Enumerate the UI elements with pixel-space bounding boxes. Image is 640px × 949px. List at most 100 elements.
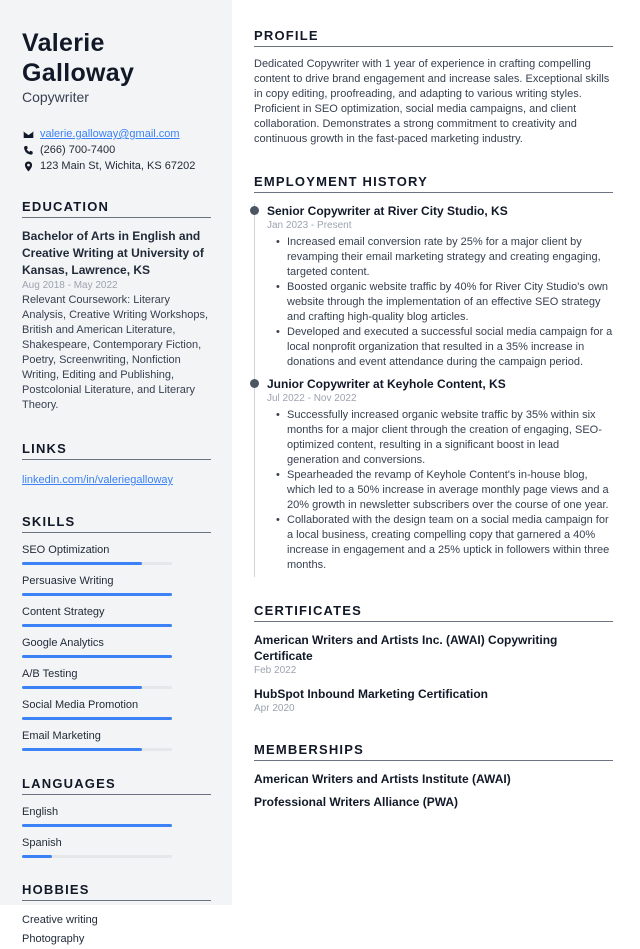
education-dates: Aug 2018 - May 2022 bbox=[22, 280, 118, 291]
skill-level-fill bbox=[22, 593, 172, 596]
skill-level-bar bbox=[22, 593, 172, 596]
employment-section: EMPLOYMENT HISTORY Senior Copywriter at … bbox=[249, 174, 613, 577]
language-label: English bbox=[22, 806, 59, 818]
memberships-section: MEMBERSHIPS American Writers and Artists… bbox=[254, 742, 613, 810]
candidate-name: Valerie Galloway bbox=[22, 29, 135, 87]
skill-level-bar bbox=[22, 748, 172, 751]
timeline-dot-icon bbox=[249, 379, 259, 388]
phone-number: (266) 700-7400 bbox=[40, 144, 116, 156]
job-bullets: Successfully increased organic website t… bbox=[267, 408, 613, 573]
hobbies-section: HOBBIES Creative writing Photography bbox=[22, 882, 211, 949]
membership-item: Professional Writers Alliance (PWA) bbox=[254, 795, 459, 809]
section-title: LINKS bbox=[22, 441, 211, 460]
job-entry: Senior Copywriter at River City Studio, … bbox=[249, 203, 613, 370]
skill-label: A/B Testing bbox=[22, 668, 78, 680]
language-label: Spanish bbox=[22, 837, 62, 849]
skill-label: Content Strategy bbox=[22, 606, 105, 618]
certificate-date: Feb 2022 bbox=[254, 665, 297, 676]
certificate-title: HubSpot Inbound Marketing Certification bbox=[254, 687, 488, 701]
skill-level-bar bbox=[22, 686, 172, 689]
job-dates: Jan 2023 - Present bbox=[267, 220, 352, 231]
hobby-item: Creative writing bbox=[22, 914, 98, 926]
language-level-bar bbox=[22, 855, 172, 858]
contact-email: valerie.galloway@gmail.com bbox=[22, 126, 211, 142]
language-item: Spanish bbox=[22, 836, 211, 858]
map-pin-icon bbox=[22, 160, 34, 172]
section-title: CERTIFICATES bbox=[254, 603, 613, 622]
section-title: HOBBIES bbox=[22, 882, 211, 901]
skill-label: SEO Optimization bbox=[22, 544, 110, 556]
education-section: EDUCATION Bachelor of Arts in English an… bbox=[22, 199, 211, 413]
timeline-dot-icon bbox=[249, 206, 259, 215]
hobby-item: Photography bbox=[22, 933, 85, 945]
skill-level-bar bbox=[22, 562, 172, 565]
skill-item: Email Marketing bbox=[22, 729, 211, 751]
job-bullet: Increased email conversion rate by 25% f… bbox=[276, 235, 613, 280]
certificates-section: CERTIFICATES American Writers and Artist… bbox=[254, 603, 613, 716]
employment-timeline: Senior Copywriter at River City Studio, … bbox=[249, 203, 613, 577]
job-title: Senior Copywriter at River City Studio, … bbox=[267, 204, 508, 218]
skills-list: SEO Optimization Persuasive Writing Conten… bbox=[22, 543, 211, 751]
skill-item: A/B Testing bbox=[22, 667, 211, 689]
sidebar: Valerie Galloway Copywriter valerie.gall… bbox=[0, 0, 232, 945]
profile-text: Dedicated Copywriter with 1 year of expe… bbox=[254, 58, 610, 145]
skill-label: Google Analytics bbox=[22, 637, 104, 649]
skill-item: Social Media Promotion bbox=[22, 698, 211, 720]
skill-item: Content Strategy bbox=[22, 605, 211, 627]
membership-item: American Writers and Artists Institute (… bbox=[254, 772, 511, 786]
skill-item: SEO Optimization bbox=[22, 543, 211, 565]
contact-list: valerie.galloway@gmail.com (266) 700-740… bbox=[22, 126, 211, 174]
section-title: SKILLS bbox=[22, 514, 211, 533]
resume-page: Valerie Galloway Copywriter valerie.gall… bbox=[0, 0, 640, 945]
language-level-bar bbox=[22, 824, 172, 827]
linkedin-link[interactable]: linkedin.com/in/valeriegalloway bbox=[22, 474, 173, 486]
language-level-fill bbox=[22, 855, 52, 858]
education-degree: Bachelor of Arts in English and Creative… bbox=[22, 229, 204, 277]
skill-level-fill bbox=[22, 686, 142, 689]
section-title: MEMBERSHIPS bbox=[254, 742, 613, 761]
skill-level-bar bbox=[22, 717, 172, 720]
skill-level-bar bbox=[22, 624, 172, 627]
skill-level-fill bbox=[22, 717, 172, 720]
job-bullet: Developed and executed a successful soci… bbox=[276, 325, 613, 370]
language-level-fill bbox=[22, 824, 172, 827]
job-bullet: Spearheaded the revamp of Keyhole Conten… bbox=[276, 468, 613, 513]
phone-icon bbox=[22, 144, 34, 156]
skill-level-fill bbox=[22, 748, 142, 751]
skill-level-fill bbox=[22, 655, 172, 658]
skill-level-fill bbox=[22, 562, 142, 565]
languages-list: English Spanish bbox=[22, 805, 211, 858]
languages-section: LANGUAGES English Spanish bbox=[22, 776, 211, 858]
section-title: LANGUAGES bbox=[22, 776, 211, 795]
section-title: EMPLOYMENT HISTORY bbox=[254, 174, 613, 193]
job-bullet: Boosted organic website traffic by 40% f… bbox=[276, 280, 613, 325]
profile-section: PROFILE Dedicated Copywriter with 1 year… bbox=[254, 28, 613, 147]
section-title: PROFILE bbox=[254, 28, 613, 47]
address-text: 123 Main St, Wichita, KS 67202 bbox=[40, 160, 196, 172]
language-item: English bbox=[22, 805, 211, 827]
skill-item: Persuasive Writing bbox=[22, 574, 211, 596]
skill-label: Persuasive Writing bbox=[22, 575, 114, 587]
envelope-icon bbox=[22, 128, 34, 140]
job-bullets: Increased email conversion rate by 25% f… bbox=[267, 235, 613, 370]
main-content: PROFILE Dedicated Copywriter with 1 year… bbox=[232, 0, 640, 905]
certificate-item: HubSpot Inbound Marketing Certification … bbox=[254, 686, 613, 716]
contact-phone: (266) 700-7400 bbox=[22, 142, 211, 158]
section-title: EDUCATION bbox=[22, 199, 211, 218]
skill-item: Google Analytics bbox=[22, 636, 211, 658]
certificate-title: American Writers and Artists Inc. (AWAI)… bbox=[254, 633, 558, 663]
job-entry: Junior Copywriter at Keyhole Content, KS… bbox=[249, 376, 613, 577]
email-link[interactable]: valerie.galloway@gmail.com bbox=[40, 126, 180, 142]
skill-level-bar bbox=[22, 655, 172, 658]
certificate-date: Apr 2020 bbox=[254, 703, 295, 714]
skills-section: SKILLS SEO Optimization Persuasive Writin… bbox=[22, 514, 211, 751]
job-bullet: Collaborated with the design team on a s… bbox=[276, 513, 613, 573]
links-section: LINKS linkedin.com/in/valeriegalloway bbox=[22, 441, 211, 488]
skill-label: Email Marketing bbox=[22, 730, 101, 742]
skill-level-fill bbox=[22, 624, 172, 627]
education-description: Relevant Coursework: Literary Analysis, … bbox=[22, 294, 209, 411]
certificate-item: American Writers and Artists Inc. (AWAI)… bbox=[254, 632, 613, 678]
job-bullet: Successfully increased organic website t… bbox=[276, 408, 613, 468]
contact-address: 123 Main St, Wichita, KS 67202 bbox=[22, 158, 211, 174]
skill-label: Social Media Promotion bbox=[22, 699, 139, 711]
